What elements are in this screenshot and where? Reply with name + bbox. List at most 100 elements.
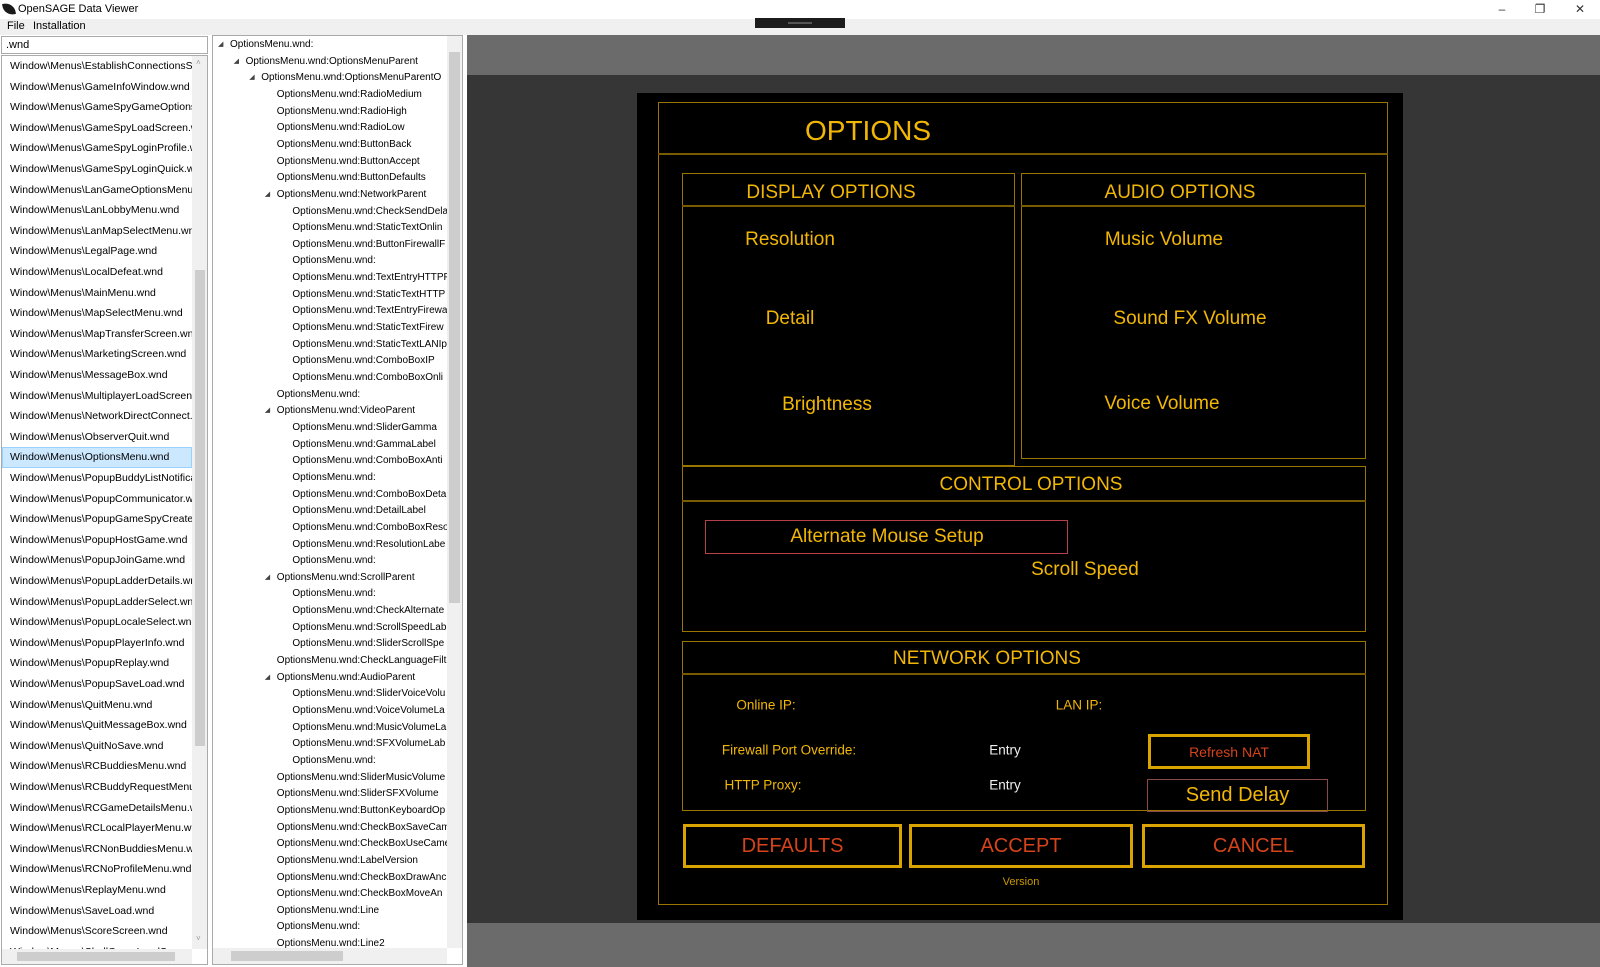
tree-node[interactable]: OptionsMenu.wnd:ButtonFirewallF: [292, 237, 445, 254]
file-list-item[interactable]: Window\Menus\ObserverQuit.wnd: [2, 427, 192, 448]
file-list-item[interactable]: Window\Menus\GameSpyGameOptionsMenu.wnd: [2, 97, 192, 118]
tree-node[interactable]: ◢ OptionsMenu.wnd:VideoParent: [265, 403, 415, 420]
tree-node[interactable]: OptionsMenu.wnd:RadioLow: [277, 120, 405, 137]
list-vertical-scrollbar[interactable]: ˄ ˅: [192, 56, 207, 949]
file-list-item[interactable]: Window\Menus\LocalDefeat.wnd: [2, 262, 192, 283]
cancel-button[interactable]: CANCEL: [1142, 824, 1365, 868]
minimize-button[interactable]: –: [1484, 0, 1520, 19]
http-proxy-entry[interactable]: Entry: [989, 778, 1021, 793]
file-list-item[interactable]: Window\Menus\PopupLadderSelect.wnd: [2, 592, 192, 613]
file-list-item[interactable]: Window\Menus\GameSpyLoginProfile.wnd: [2, 138, 192, 159]
file-list-item[interactable]: Window\Menus\PopupSaveLoad.wnd: [2, 674, 192, 695]
tree-node[interactable]: OptionsMenu.wnd:RadioHigh: [277, 104, 407, 121]
tree-node[interactable]: OptionsMenu.wnd:TextEntryHTTPP: [292, 270, 450, 287]
tree-node[interactable]: OptionsMenu.wnd:Line: [277, 903, 379, 920]
tree-node[interactable]: OptionsMenu.wnd:StaticTextOnlin: [292, 220, 442, 237]
tree-hscroll-thumb[interactable]: [231, 951, 343, 961]
tree-node[interactable]: OptionsMenu.wnd:ComboBoxDeta: [292, 487, 446, 504]
tree-node[interactable]: OptionsMenu.wnd:ButtonAccept: [277, 154, 420, 171]
tree-node[interactable]: OptionsMenu.wnd:SliderMusicVolume: [277, 770, 445, 787]
tree-node[interactable]: OptionsMenu.wnd:: [292, 470, 375, 487]
tree-node[interactable]: OptionsMenu.wnd:StaticTextLANIp: [292, 337, 447, 354]
tree-node[interactable]: OptionsMenu.wnd:ButtonBack: [277, 137, 412, 154]
menu-installation[interactable]: Installation: [33, 20, 86, 32]
file-list-item[interactable]: Window\Menus\OptionsMenu.wnd: [2, 447, 192, 468]
tree-node[interactable]: OptionsMenu.wnd:LabelVersion: [277, 853, 418, 870]
tree-node[interactable]: OptionsMenu.wnd:CheckBoxDrawAnc: [277, 870, 447, 887]
tree-node[interactable]: ◢ OptionsMenu.wnd:: [218, 37, 313, 54]
file-list-item[interactable]: Window\Menus\EstablishConnectionsScreen.…: [2, 56, 192, 77]
file-list-item[interactable]: Window\Menus\ReplayMenu.wnd: [2, 880, 192, 901]
tree-node[interactable]: OptionsMenu.wnd:MusicVolumeLa: [292, 720, 446, 737]
tree-node[interactable]: OptionsMenu.wnd:ButtonDefaults: [277, 170, 426, 187]
list-hscroll-thumb[interactable]: [17, 952, 175, 961]
tree-scroll-thumb[interactable]: [449, 52, 460, 603]
expand-toggle-icon[interactable]: ◢: [265, 570, 270, 587]
file-list-item[interactable]: Window\Menus\RCNoProfileMenu.wnd: [2, 859, 192, 880]
scroll-down-icon[interactable]: ˅: [196, 934, 201, 943]
tree-node[interactable]: OptionsMenu.wnd:StaticTextHTTP: [292, 287, 445, 304]
tree-node[interactable]: OptionsMenu.wnd:ButtonKeyboardOp: [277, 803, 445, 820]
file-list-item[interactable]: Window\Menus\MarketingScreen.wnd: [2, 344, 192, 365]
file-list-item[interactable]: Window\Menus\PopupLadderDetails.wnd: [2, 571, 192, 592]
tree-node[interactable]: OptionsMenu.wnd:: [277, 919, 360, 936]
tree-node[interactable]: OptionsMenu.wnd:VoiceVolumeLa: [292, 703, 444, 720]
menu-file[interactable]: File: [7, 20, 25, 32]
file-list-item[interactable]: Window\Menus\PopupCommunicator.wnd: [2, 489, 192, 510]
search-input[interactable]: .wnd: [1, 36, 208, 54]
list-scroll-thumb[interactable]: [195, 270, 205, 746]
file-list-item[interactable]: Window\Menus\RCNonBuddiesMenu.wnd: [2, 839, 192, 860]
file-list-item[interactable]: Window\Menus\MapSelectMenu.wnd: [2, 303, 192, 324]
defaults-button[interactable]: DEFAULTS: [683, 824, 902, 868]
tree-node[interactable]: OptionsMenu.wnd:: [292, 253, 375, 270]
tree-node[interactable]: OptionsMenu.wnd:ResolutionLabe: [292, 537, 445, 554]
tree-node[interactable]: OptionsMenu.wnd:ScrollSpeedLab: [292, 620, 446, 637]
file-list-item[interactable]: Window\Menus\RCBuddiesMenu.wnd: [2, 756, 192, 777]
tree-node[interactable]: OptionsMenu.wnd:CheckSendDela: [292, 204, 448, 221]
file-list-item[interactable]: Window\Menus\RCLocalPlayerMenu.wnd: [2, 818, 192, 839]
tree-node[interactable]: OptionsMenu.wnd:: [292, 753, 375, 770]
tree-node[interactable]: OptionsMenu.wnd:SliderGamma: [292, 420, 437, 437]
tree-node[interactable]: ◢ OptionsMenu.wnd:AudioParent: [265, 670, 415, 687]
tree-node[interactable]: OptionsMenu.wnd:RadioMedium: [277, 87, 422, 104]
tree-node[interactable]: OptionsMenu.wnd:ComboBoxAnti: [292, 453, 442, 470]
tree-node[interactable]: ◢ OptionsMenu.wnd:OptionsMenuParent: [234, 54, 418, 71]
list-horizontal-scrollbar[interactable]: [2, 949, 192, 964]
file-list-item[interactable]: Window\Menus\RCGameDetailsMenu.wnd: [2, 798, 192, 819]
file-list-item[interactable]: Window\Menus\MessageBox.wnd: [2, 365, 192, 386]
file-list-item[interactable]: Window\Menus\QuitMenu.wnd: [2, 695, 192, 716]
tree-node[interactable]: OptionsMenu.wnd:SliderVoiceVolu: [292, 686, 445, 703]
expand-toggle-icon[interactable]: ◢: [249, 70, 254, 87]
file-list-item[interactable]: Window\Menus\LanMapSelectMenu.wnd: [2, 221, 192, 242]
tree-horizontal-scrollbar[interactable]: [213, 948, 447, 964]
tree-node[interactable]: OptionsMenu.wnd:: [292, 586, 375, 603]
tree-node[interactable]: OptionsMenu.wnd:: [292, 553, 375, 570]
file-list-item[interactable]: Window\Menus\GameInfoWindow.wnd: [2, 77, 192, 98]
file-list-item[interactable]: Window\Menus\LanLobbyMenu.wnd: [2, 200, 192, 221]
file-list-item[interactable]: Window\Menus\SaveLoad.wnd: [2, 901, 192, 922]
file-list-item[interactable]: Window\Menus\PopupHostGame.wnd: [2, 530, 192, 551]
tree-node[interactable]: OptionsMenu.wnd:StaticTextFirew: [292, 320, 443, 337]
expand-toggle-icon[interactable]: ◢: [265, 670, 270, 687]
tree-node[interactable]: ◢ OptionsMenu.wnd:OptionsMenuParentO: [249, 70, 441, 87]
file-list-item[interactable]: Window\Menus\GameSpyLoginQuick.wnd: [2, 159, 192, 180]
file-list-item[interactable]: Window\Menus\LegalPage.wnd: [2, 241, 192, 262]
scroll-up-icon[interactable]: ˄: [196, 58, 201, 67]
file-list-item[interactable]: Window\Menus\NetworkDirectConnect.wnd: [2, 406, 192, 427]
send-delay-checkbox[interactable]: Send Delay: [1147, 779, 1328, 812]
splitter-handle[interactable]: [755, 18, 845, 28]
file-list-item[interactable]: Window\Menus\MainMenu.wnd: [2, 283, 192, 304]
file-list-item[interactable]: Window\Menus\MultiplayerLoadScreen.wnd: [2, 386, 192, 407]
tree-node[interactable]: OptionsMenu.wnd:DetailLabel: [292, 503, 425, 520]
expand-toggle-icon[interactable]: ◢: [218, 37, 223, 54]
file-list-item[interactable]: Window\Menus\MapTransferScreen.wnd: [2, 324, 192, 345]
tree-node[interactable]: OptionsMenu.wnd:CheckBoxMoveAn: [277, 886, 443, 903]
file-list-item[interactable]: Window\Menus\ScoreScreen.wnd: [2, 921, 192, 942]
tree-node[interactable]: OptionsMenu.wnd:: [277, 387, 360, 404]
tree-vertical-scrollbar[interactable]: [447, 36, 462, 948]
expand-toggle-icon[interactable]: ◢: [234, 54, 239, 71]
file-list-item[interactable]: Window\Menus\PopupJoinGame.wnd: [2, 550, 192, 571]
file-list-item[interactable]: Window\Menus\PopupBuddyListNotification.…: [2, 468, 192, 489]
refresh-nat-button[interactable]: Refresh NAT: [1148, 734, 1310, 769]
file-list-item[interactable]: Window\Menus\QuitMessageBox.wnd: [2, 715, 192, 736]
